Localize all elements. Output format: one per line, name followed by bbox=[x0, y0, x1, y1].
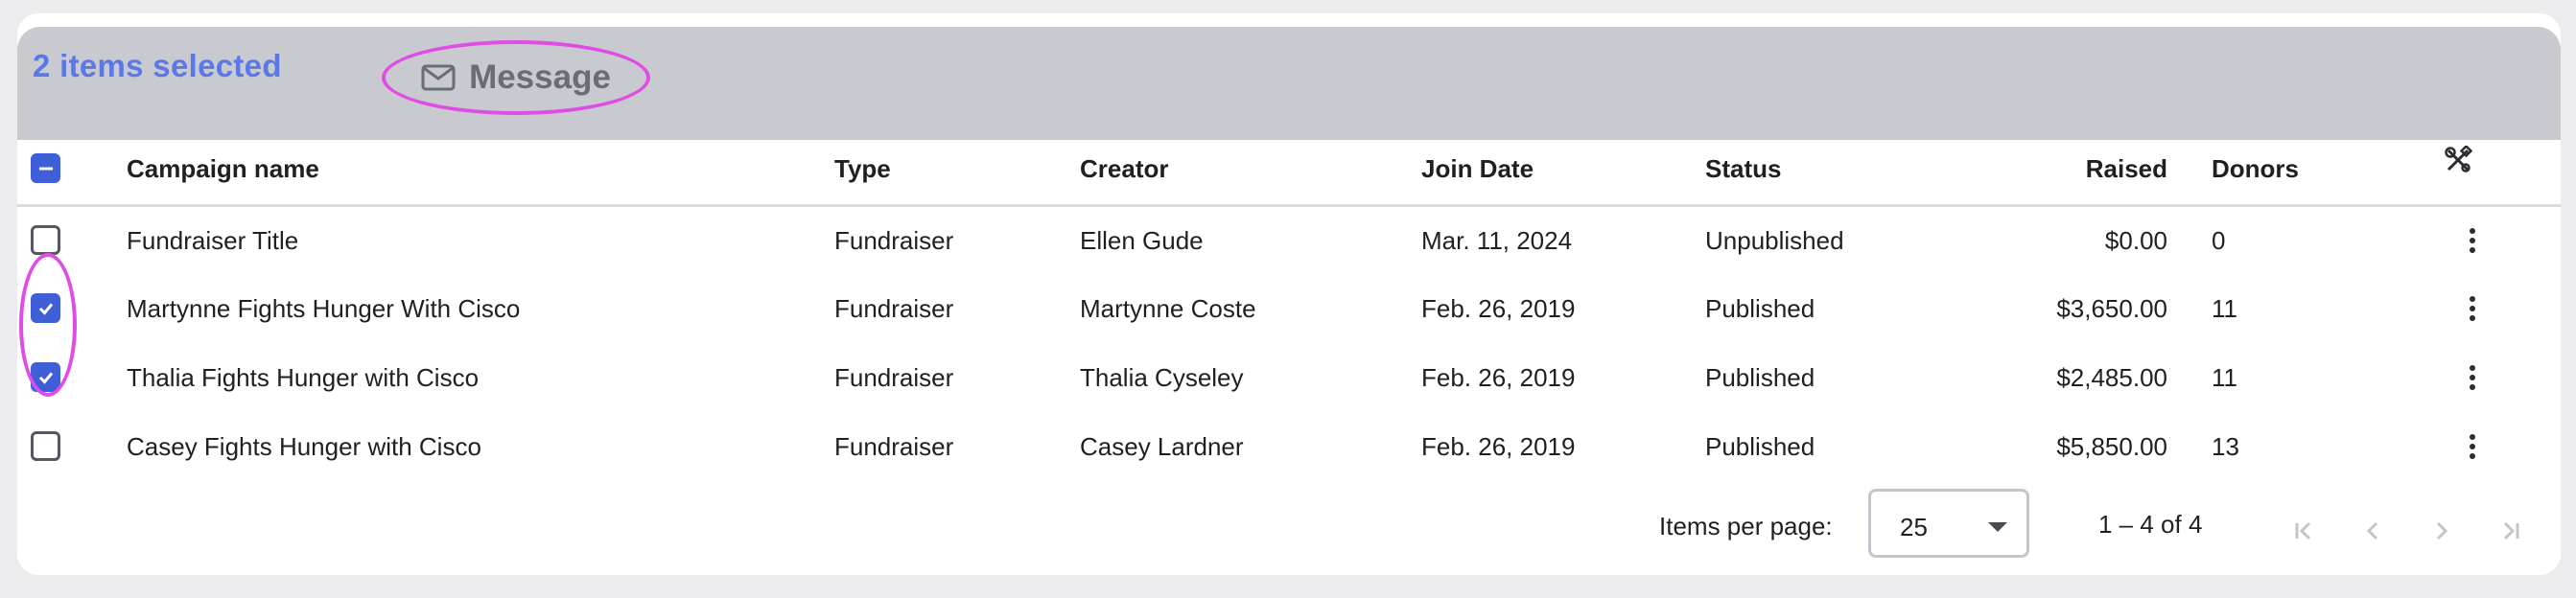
status-cell: Published bbox=[1705, 294, 1815, 323]
donors-cell: 0 bbox=[2212, 226, 2226, 255]
row-checkbox[interactable] bbox=[31, 225, 60, 255]
campaign-name-cell[interactable]: Martynne Fights Hunger With Cisco bbox=[127, 274, 520, 343]
column-header-campaign-name[interactable]: Campaign name bbox=[127, 140, 319, 207]
status-cell: Unpublished bbox=[1705, 226, 1844, 255]
row-menu-icon[interactable] bbox=[2461, 223, 2484, 258]
campaign-name-cell[interactable]: Fundraiser Title bbox=[127, 206, 298, 275]
table-row[interactable]: Thalia Fights Hunger with Cisco Fundrais… bbox=[17, 343, 2561, 412]
row-menu-icon[interactable] bbox=[2461, 429, 2484, 464]
type-cell: Fundraiser bbox=[834, 432, 954, 461]
creator-cell: Thalia Cyseley bbox=[1080, 363, 1244, 392]
type-cell: Fundraiser bbox=[834, 226, 954, 255]
creator-cell: Martynne Coste bbox=[1080, 294, 1256, 323]
column-header-status[interactable]: Status bbox=[1705, 140, 1781, 207]
bulk-selection-bar: 2 items selected Message bbox=[17, 27, 2561, 140]
join-date-cell: Mar. 11, 2024 bbox=[1421, 226, 1573, 255]
selected-count: 2 items selected bbox=[33, 48, 282, 83]
donors-cell: 11 bbox=[2212, 294, 2237, 323]
items-per-page-select[interactable]: 25 bbox=[1868, 489, 2029, 558]
status-cell: Published bbox=[1705, 363, 1815, 392]
join-date-cell: Feb. 26, 2019 bbox=[1421, 432, 1576, 461]
next-page-icon[interactable] bbox=[2428, 518, 2455, 544]
raised-cell: $3,650.00 bbox=[2056, 294, 2167, 323]
first-page-icon[interactable] bbox=[2290, 518, 2317, 544]
campaign-name-cell[interactable]: Thalia Fights Hunger with Cisco bbox=[127, 343, 479, 412]
raised-cell: $0.00 bbox=[2104, 226, 2167, 255]
table-row[interactable]: Martynne Fights Hunger With Cisco Fundra… bbox=[17, 274, 2561, 343]
raised-cell: $5,850.00 bbox=[2056, 432, 2167, 461]
creator-cell: Casey Lardner bbox=[1080, 432, 1244, 461]
raised-cell: $2,485.00 bbox=[2056, 363, 2167, 392]
status-cell: Published bbox=[1705, 432, 1815, 461]
creator-cell: Ellen Gude bbox=[1080, 226, 1204, 255]
column-header-join-date[interactable]: Join Date bbox=[1421, 140, 1534, 207]
table-header-row: Campaign name Type Creator Join Date Sta… bbox=[17, 140, 2561, 207]
items-per-page-label: Items per page: bbox=[1659, 512, 1833, 540]
message-button-label: Message bbox=[469, 58, 611, 96]
last-page-icon[interactable] bbox=[2497, 518, 2524, 544]
column-header-raised[interactable]: Raised bbox=[2086, 140, 2167, 207]
items-per-page-value: 25 bbox=[1900, 513, 1928, 541]
message-button[interactable]: Message bbox=[382, 40, 650, 115]
row-menu-icon[interactable] bbox=[2461, 291, 2484, 326]
row-checkbox[interactable] bbox=[31, 362, 60, 392]
select-all-checkbox[interactable] bbox=[31, 153, 60, 183]
join-date-cell: Feb. 26, 2019 bbox=[1421, 294, 1576, 323]
pagination-range: 1 – 4 of 4 bbox=[2098, 510, 2203, 539]
join-date-cell: Feb. 26, 2019 bbox=[1421, 363, 1576, 392]
type-cell: Fundraiser bbox=[834, 294, 954, 323]
campaign-table-card: 2 items selected Message Campaign name T… bbox=[17, 13, 2561, 575]
previous-page-icon[interactable] bbox=[2359, 518, 2386, 544]
table-row[interactable]: Fundraiser Title Fundraiser Ellen Gude M… bbox=[17, 206, 2561, 275]
column-header-donors[interactable]: Donors bbox=[2212, 140, 2299, 207]
donors-cell: 11 bbox=[2212, 363, 2237, 392]
donors-cell: 13 bbox=[2212, 432, 2239, 461]
row-menu-icon[interactable] bbox=[2461, 360, 2484, 395]
column-header-creator[interactable]: Creator bbox=[1080, 140, 1168, 207]
envelope-icon bbox=[421, 64, 456, 91]
type-cell: Fundraiser bbox=[834, 363, 954, 392]
table-row[interactable]: Casey Fights Hunger with Cisco Fundraise… bbox=[17, 412, 2561, 481]
column-header-type[interactable]: Type bbox=[834, 140, 891, 207]
campaign-name-cell[interactable]: Casey Fights Hunger with Cisco bbox=[127, 412, 481, 481]
tools-icon[interactable] bbox=[2444, 144, 2473, 174]
row-checkbox[interactable] bbox=[31, 293, 60, 323]
caret-down-icon bbox=[1988, 522, 2007, 532]
row-checkbox[interactable] bbox=[31, 431, 60, 461]
